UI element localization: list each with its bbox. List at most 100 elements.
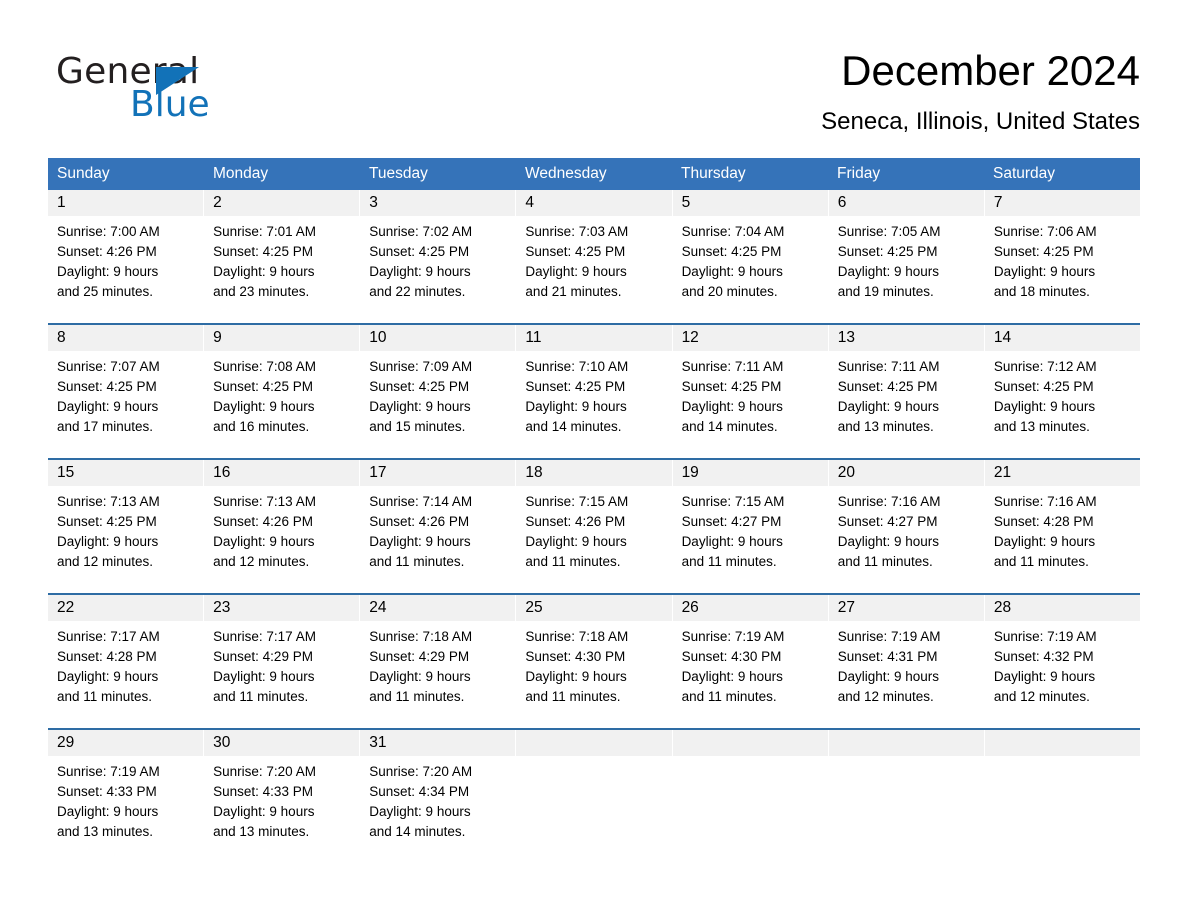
day-cell[interactable]: 17 Sunrise: 7:14 AM Sunset: 4:26 PM Dayl… [360,460,517,593]
day-cell[interactable]: 6 Sunrise: 7:05 AM Sunset: 4:25 PM Dayli… [828,190,985,323]
calendar-table: Sunday Monday Tuesday Wednesday Thursday… [48,158,1140,863]
week-row: 29 Sunrise: 7:19 AM Sunset: 4:33 PM Dayl… [48,728,1140,863]
general-blue-logo[interactable]: General Blue [56,52,316,138]
day-cell[interactable]: 28 Sunrise: 7:19 AM Sunset: 4:32 PM Dayl… [984,595,1140,728]
day-cell[interactable]: 9 Sunrise: 7:08 AM Sunset: 4:25 PM Dayli… [204,325,361,458]
weekday-header-sunday: Sunday [57,165,110,182]
daylight-text-line2: and 11 minutes. [681,689,777,704]
day-cell[interactable]: 1 Sunrise: 7:00 AM Sunset: 4:26 PM Dayli… [48,190,205,323]
day-number-band: 14 [984,325,1140,351]
day-cell[interactable]: 8 Sunrise: 7:07 AM Sunset: 4:25 PM Dayli… [48,325,205,458]
daylight-text-line2: and 19 minutes. [837,284,934,299]
day-cell[interactable]: 14 Sunrise: 7:12 AM Sunset: 4:25 PM Dayl… [984,325,1140,458]
sunset-text: Sunset: 4:26 PM [213,514,313,529]
sunset-text: Sunset: 4:25 PM [681,379,782,394]
day-number-band: 13 [828,325,984,351]
day-cell[interactable]: 10 Sunrise: 7:09 AM Sunset: 4:25 PM Dayl… [360,325,517,458]
day-cell[interactable]: 2 Sunrise: 7:01 AM Sunset: 4:25 PM Dayli… [204,190,361,323]
sunrise-text: Sunrise: 7:14 AM [369,494,473,509]
day-details: Sunrise: 7:19 AM Sunset: 4:32 PM Dayligh… [985,621,1140,707]
daylight-text-line2: and 11 minutes. [369,554,465,569]
day-details: Sunrise: 7:16 AM Sunset: 4:27 PM Dayligh… [829,486,984,572]
daylight-text-line1: Daylight: 9 hours [681,399,783,414]
day-cell[interactable]: 24 Sunrise: 7:18 AM Sunset: 4:29 PM Dayl… [360,595,517,728]
daylight-text-line1: Daylight: 9 hours [525,534,627,549]
sunset-text: Sunset: 4:28 PM [993,514,1094,529]
day-number-band: 5 [672,190,828,216]
sunset-text: Sunset: 4:25 PM [837,379,938,394]
daylight-text-line2: and 12 minutes. [213,554,310,569]
sunrise-text: Sunrise: 7:00 AM [57,224,160,239]
day-number: 14 [993,329,1012,346]
day-cell[interactable]: 26 Sunrise: 7:19 AM Sunset: 4:30 PM Dayl… [672,595,829,728]
day-cell[interactable]: 21 Sunrise: 7:16 AM Sunset: 4:28 PM Dayl… [984,460,1140,593]
day-cell[interactable]: 7 Sunrise: 7:06 AM Sunset: 4:25 PM Dayli… [984,190,1140,323]
daylight-text-line2: and 23 minutes. [213,284,310,299]
day-number: 18 [525,464,543,481]
sunrise-text: Sunrise: 7:12 AM [993,359,1097,374]
day-cell[interactable]: 22 Sunrise: 7:17 AM Sunset: 4:28 PM Dayl… [48,595,205,728]
daylight-text-line1: Daylight: 9 hours [369,399,471,414]
day-cell[interactable]: 13 Sunrise: 7:11 AM Sunset: 4:25 PM Dayl… [828,325,985,458]
day-cell[interactable]: 3 Sunrise: 7:02 AM Sunset: 4:25 PM Dayli… [360,190,517,323]
sunrise-text: Sunrise: 7:09 AM [369,359,473,374]
sunrise-text: Sunrise: 7:03 AM [525,224,629,239]
day-cell[interactable]: 4 Sunrise: 7:03 AM Sunset: 4:25 PM Dayli… [516,190,673,323]
day-number: 16 [213,464,231,481]
sunset-text: Sunset: 4:28 PM [57,649,157,664]
daylight-text-line2: and 12 minutes. [993,689,1090,704]
page-header: General Blue December 2024 Seneca, Illin… [48,46,1140,146]
day-details: Sunrise: 7:12 AM Sunset: 4:25 PM Dayligh… [985,351,1140,437]
day-cell[interactable]: 30 Sunrise: 7:20 AM Sunset: 4:33 PM Dayl… [204,730,361,863]
day-details: Sunrise: 7:03 AM Sunset: 4:25 PM Dayligh… [516,216,671,302]
day-number: 6 [837,194,847,211]
day-number-band: 6 [828,190,984,216]
sunset-text: Sunset: 4:25 PM [837,244,938,259]
day-number: 27 [837,599,855,616]
day-number: 21 [993,464,1012,481]
day-cell[interactable]: 19 Sunrise: 7:15 AM Sunset: 4:27 PM Dayl… [672,460,829,593]
day-number-band: 31 [360,730,516,756]
daylight-text-line2: and 11 minutes. [837,554,933,569]
day-number-band [516,730,672,756]
sunset-text: Sunset: 4:31 PM [837,649,938,664]
day-cell[interactable]: 27 Sunrise: 7:19 AM Sunset: 4:31 PM Dayl… [828,595,985,728]
day-cell[interactable]: 12 Sunrise: 7:11 AM Sunset: 4:25 PM Dayl… [672,325,829,458]
day-cell[interactable]: 16 Sunrise: 7:13 AM Sunset: 4:26 PM Dayl… [204,460,361,593]
day-cell[interactable]: 18 Sunrise: 7:15 AM Sunset: 4:26 PM Dayl… [516,460,673,593]
day-cell[interactable]: 31 Sunrise: 7:20 AM Sunset: 4:34 PM Dayl… [360,730,517,863]
weekday-header-friday: Friday [837,165,881,182]
day-cell[interactable]: 29 Sunrise: 7:19 AM Sunset: 4:33 PM Dayl… [48,730,205,863]
day-details: Sunrise: 7:19 AM Sunset: 4:33 PM Dayligh… [48,756,203,842]
day-number-band: 22 [48,595,204,621]
day-cell[interactable]: 25 Sunrise: 7:18 AM Sunset: 4:30 PM Dayl… [516,595,673,728]
day-cell[interactable]: 23 Sunrise: 7:17 AM Sunset: 4:29 PM Dayl… [204,595,361,728]
day-number: 9 [213,329,222,346]
daylight-text-line2: and 12 minutes. [837,689,934,704]
weekday-header-tuesday: Tuesday [369,165,428,182]
day-number-band: 12 [672,325,828,351]
day-cell[interactable]: 15 Sunrise: 7:13 AM Sunset: 4:25 PM Dayl… [48,460,205,593]
day-cell-empty [828,730,985,863]
daylight-text-line2: and 13 minutes. [993,419,1090,434]
page-title: December 2024 [841,47,1140,94]
day-cell[interactable]: 20 Sunrise: 7:16 AM Sunset: 4:27 PM Dayl… [828,460,985,593]
daylight-text-line1: Daylight: 9 hours [57,669,159,684]
day-cell[interactable]: 5 Sunrise: 7:04 AM Sunset: 4:25 PM Dayli… [672,190,829,323]
sunrise-text: Sunrise: 7:02 AM [369,224,473,239]
day-cell[interactable]: 11 Sunrise: 7:10 AM Sunset: 4:25 PM Dayl… [516,325,673,458]
daylight-text-line2: and 13 minutes. [213,824,310,839]
daylight-text-line1: Daylight: 9 hours [57,264,159,279]
day-number: 29 [57,734,75,751]
sunrise-text: Sunrise: 7:13 AM [213,494,316,509]
sunrise-text: Sunrise: 7:17 AM [213,629,316,644]
daylight-text-line2: and 25 minutes. [57,284,154,299]
daylight-text-line1: Daylight: 9 hours [369,534,471,549]
day-number: 5 [681,194,691,211]
day-details: Sunrise: 7:13 AM Sunset: 4:25 PM Dayligh… [48,486,203,572]
sunset-text: Sunset: 4:34 PM [369,784,470,799]
day-number: 25 [525,599,543,616]
day-number: 13 [837,329,855,346]
daylight-text-line2: and 20 minutes. [681,284,778,299]
daylight-text-line2: and 15 minutes. [369,419,466,434]
